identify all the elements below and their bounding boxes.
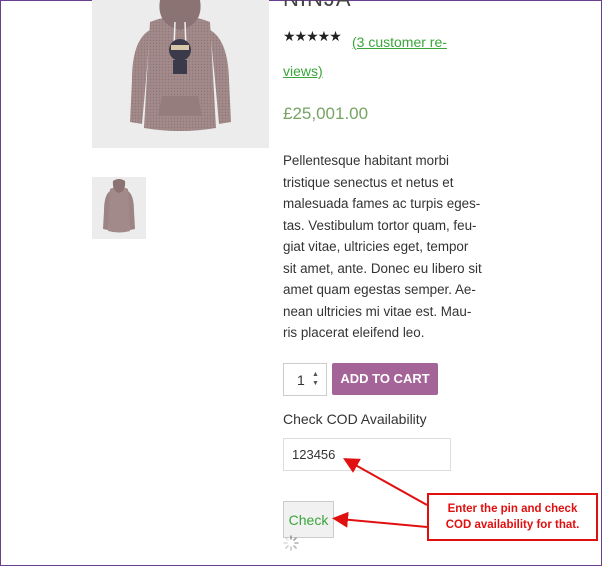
description-line: malesuada fames ac turpis eges- bbox=[283, 196, 481, 211]
description-line: tas. Vestibulum tortor quam, feu- bbox=[283, 217, 477, 233]
annotation-line1: Enter the pin and check bbox=[447, 503, 578, 515]
reviews-link-line2: views) bbox=[283, 63, 323, 79]
annotation-callout: Enter the pin and check COD availability… bbox=[427, 493, 598, 541]
product-description: Pellentesque habitant morbi tristique se… bbox=[283, 150, 482, 344]
description-line: giat vitae, ultricies eget, tempor bbox=[283, 239, 469, 254]
star-rating-icon: ★★★★★ bbox=[283, 28, 342, 44]
description-line: nean ultricies mi vitae est. Mau- bbox=[283, 303, 472, 319]
add-to-cart-button[interactable]: ADD TO CART bbox=[332, 363, 438, 395]
spin-arrows-icon[interactable]: ▲ ▼ bbox=[312, 370, 319, 388]
description-line: amet quam egestas semper. Ae- bbox=[283, 282, 476, 297]
check-button[interactable]: Check bbox=[283, 501, 334, 538]
description-line: ris placerat eleifend leo. bbox=[283, 325, 425, 340]
quantity-value: 1 bbox=[297, 372, 305, 388]
hoodie-illustration bbox=[130, 0, 231, 131]
cod-availability-label: Check COD Availability bbox=[283, 411, 427, 427]
pin-code-input[interactable] bbox=[283, 438, 451, 471]
product-thumbnail[interactable] bbox=[92, 177, 146, 239]
description-line: sit amet, ante. Donec eu libero sit bbox=[283, 260, 482, 276]
product-title: NINJA bbox=[283, 0, 352, 12]
description-line: tristique senectus et netus et bbox=[283, 174, 454, 190]
description-line: Pellentesque habitant morbi bbox=[283, 153, 450, 168]
quantity-stepper[interactable]: 1 ▲ ▼ bbox=[283, 363, 327, 396]
annotation-line2: COD availability for that. bbox=[445, 519, 580, 531]
product-main-image[interactable] bbox=[92, 0, 269, 148]
customer-reviews-link[interactable]: (3 customer re- views) bbox=[283, 28, 522, 86]
loading-spinner-icon bbox=[283, 535, 299, 551]
hoodie-thumbnail-illustration bbox=[103, 179, 135, 233]
reviews-link-line1: (3 customer re- bbox=[352, 34, 447, 50]
product-price: £25,001.00 bbox=[283, 104, 369, 123]
